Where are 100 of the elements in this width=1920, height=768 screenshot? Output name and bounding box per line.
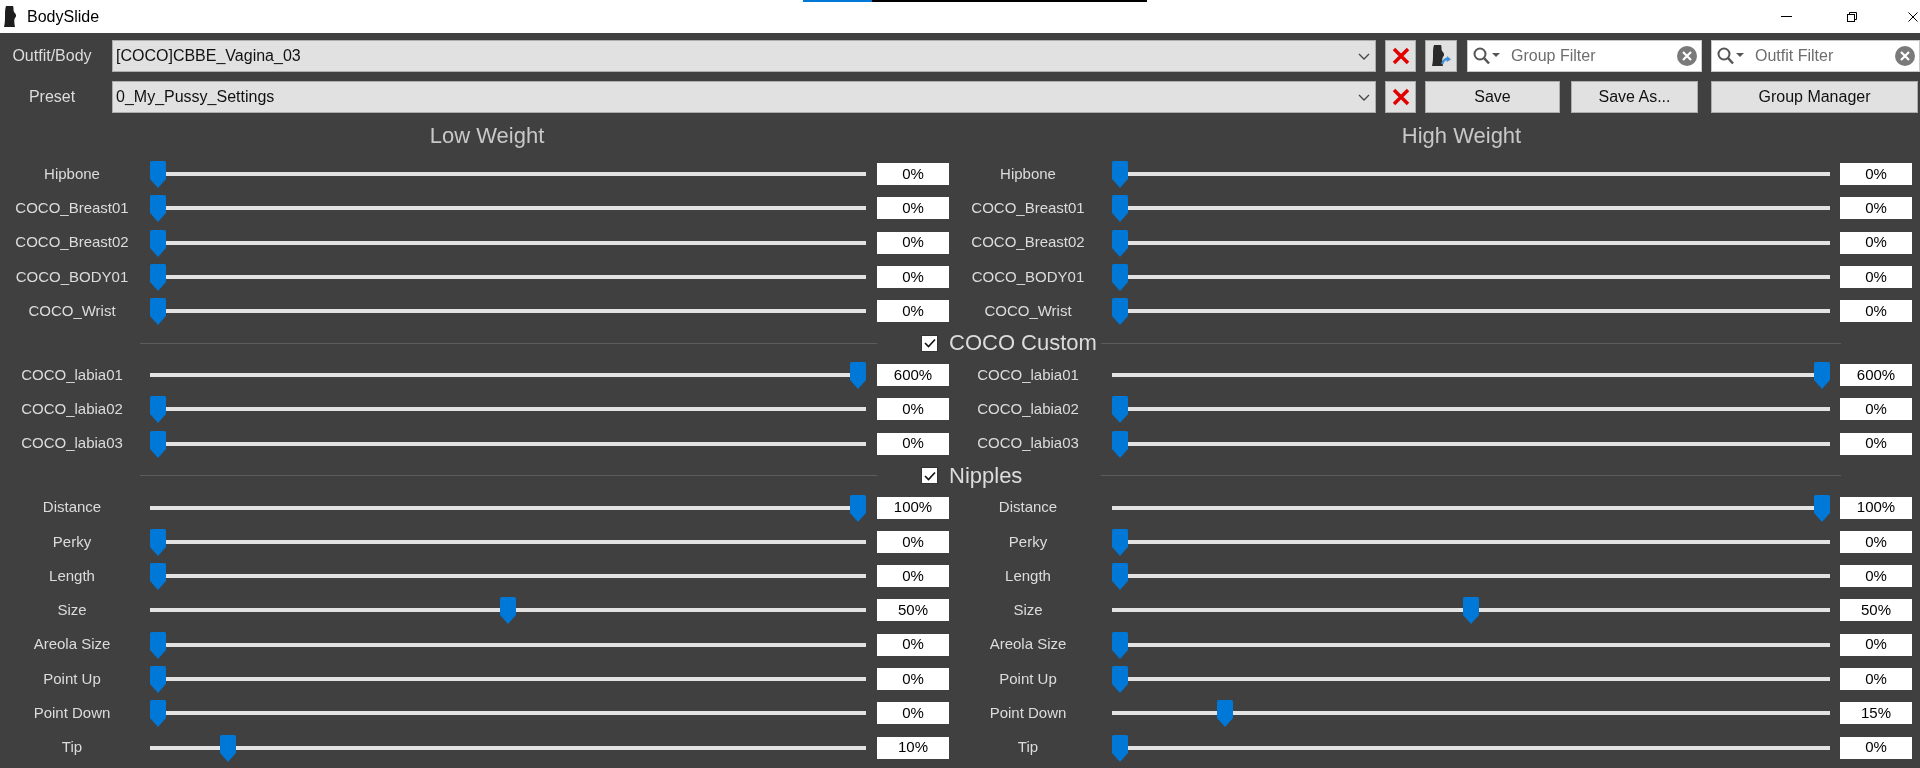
slider-track[interactable] bbox=[150, 527, 866, 556]
value-field[interactable]: 0% bbox=[877, 300, 949, 323]
value-field[interactable]: 0% bbox=[877, 702, 949, 725]
slider-track[interactable] bbox=[1112, 562, 1830, 591]
slider-track[interactable] bbox=[150, 228, 866, 257]
slider-thumb[interactable] bbox=[150, 298, 166, 326]
group-manager-button[interactable]: Group Manager bbox=[1711, 81, 1918, 113]
value-field[interactable]: 0% bbox=[1840, 398, 1912, 421]
slider-thumb[interactable] bbox=[1112, 264, 1128, 292]
value-field[interactable]: 50% bbox=[877, 599, 949, 622]
slider-thumb[interactable] bbox=[850, 362, 866, 390]
slider-thumb[interactable] bbox=[500, 597, 516, 625]
slider-thumb[interactable] bbox=[1112, 396, 1128, 424]
slider-track[interactable] bbox=[1112, 361, 1830, 390]
slider-track[interactable] bbox=[150, 733, 866, 762]
save-as-button[interactable]: Save As... bbox=[1571, 81, 1698, 113]
value-field[interactable]: 100% bbox=[877, 496, 949, 519]
value-field[interactable]: 0% bbox=[877, 231, 949, 254]
slider-thumb[interactable] bbox=[150, 161, 166, 189]
slider-thumb[interactable] bbox=[1112, 195, 1128, 223]
slider-thumb[interactable] bbox=[1112, 229, 1128, 257]
slider-track[interactable] bbox=[150, 562, 866, 591]
slider-thumb[interactable] bbox=[150, 528, 166, 556]
section-checkbox[interactable] bbox=[921, 467, 938, 485]
slider-track[interactable] bbox=[1112, 630, 1830, 659]
slider-thumb[interactable] bbox=[150, 430, 166, 458]
slider-thumb[interactable] bbox=[1814, 494, 1830, 522]
slider-track[interactable] bbox=[1112, 733, 1830, 762]
slider-track[interactable] bbox=[150, 361, 866, 390]
slider-track[interactable] bbox=[1112, 297, 1830, 326]
section-checkbox[interactable] bbox=[921, 334, 938, 352]
value-field[interactable]: 0% bbox=[1840, 633, 1912, 656]
outfit-filter-field[interactable]: Outfit Filter bbox=[1711, 40, 1920, 72]
value-field[interactable]: 0% bbox=[1840, 432, 1912, 455]
slider-thumb[interactable] bbox=[1112, 734, 1128, 762]
value-field[interactable]: 0% bbox=[1840, 231, 1912, 254]
slider-track[interactable] bbox=[150, 630, 866, 659]
slider-track[interactable] bbox=[1112, 699, 1830, 728]
slider-track[interactable] bbox=[150, 493, 866, 522]
slider-track[interactable] bbox=[1112, 395, 1830, 424]
value-field[interactable]: 15% bbox=[1840, 702, 1912, 725]
value-field[interactable]: 0% bbox=[877, 432, 949, 455]
slider-track[interactable] bbox=[150, 263, 866, 292]
slider-track[interactable] bbox=[1112, 228, 1830, 257]
slider-track[interactable] bbox=[1112, 596, 1830, 625]
search-icon[interactable] bbox=[1717, 47, 1745, 65]
value-field[interactable]: 0% bbox=[877, 565, 949, 588]
slider-thumb[interactable] bbox=[850, 494, 866, 522]
value-field[interactable]: 0% bbox=[1840, 300, 1912, 323]
value-field[interactable]: 600% bbox=[1840, 364, 1912, 387]
slider-thumb[interactable] bbox=[150, 700, 166, 728]
slider-thumb[interactable] bbox=[1112, 631, 1128, 659]
value-field[interactable]: 0% bbox=[877, 668, 949, 690]
value-field[interactable]: 0% bbox=[877, 163, 949, 186]
slider-thumb[interactable] bbox=[150, 264, 166, 292]
value-field[interactable]: 600% bbox=[877, 364, 949, 387]
search-icon[interactable] bbox=[1473, 47, 1501, 65]
save-button[interactable]: Save bbox=[1425, 81, 1560, 113]
clear-button[interactable] bbox=[1385, 81, 1416, 113]
slider-track[interactable] bbox=[150, 395, 866, 424]
clear-button[interactable] bbox=[1385, 40, 1416, 72]
slider-thumb[interactable] bbox=[150, 666, 166, 693]
slider-track[interactable] bbox=[150, 297, 866, 326]
restore-icon[interactable] bbox=[1847, 11, 1857, 22]
slider-track[interactable] bbox=[150, 429, 866, 458]
value-field[interactable]: 0% bbox=[877, 398, 949, 421]
value-field[interactable]: 0% bbox=[877, 266, 949, 289]
slider-track[interactable] bbox=[1112, 429, 1830, 458]
clear-icon[interactable] bbox=[1677, 46, 1697, 66]
slider-thumb[interactable] bbox=[150, 631, 166, 659]
slider-thumb[interactable] bbox=[1112, 298, 1128, 326]
value-field[interactable]: 0% bbox=[1840, 668, 1912, 690]
slider-thumb[interactable] bbox=[1112, 528, 1128, 556]
value-field[interactable]: 0% bbox=[1840, 530, 1912, 553]
value-field[interactable]: 0% bbox=[1840, 565, 1912, 588]
value-field[interactable]: 10% bbox=[877, 736, 949, 759]
slider-track[interactable] bbox=[1112, 263, 1830, 292]
value-field[interactable]: 0% bbox=[1840, 197, 1912, 220]
slider-track[interactable] bbox=[150, 194, 866, 223]
slider-track[interactable] bbox=[1112, 665, 1830, 693]
slider-thumb[interactable] bbox=[1814, 362, 1830, 390]
slider-track[interactable] bbox=[1112, 493, 1830, 522]
value-field[interactable]: 50% bbox=[1840, 599, 1912, 622]
value-field[interactable]: 0% bbox=[1840, 266, 1912, 289]
slider-track[interactable] bbox=[1112, 160, 1830, 189]
slider-thumb[interactable] bbox=[220, 734, 236, 762]
slider-thumb[interactable] bbox=[1112, 563, 1128, 591]
slider-thumb[interactable] bbox=[1112, 161, 1128, 189]
slider-track[interactable] bbox=[150, 160, 866, 189]
slider-thumb[interactable] bbox=[150, 396, 166, 424]
outfit-dropdown[interactable]: [COCO]CBBE_Vagina_03 bbox=[112, 40, 1376, 72]
slider-thumb[interactable] bbox=[150, 195, 166, 223]
value-field[interactable]: 0% bbox=[877, 197, 949, 220]
value-field[interactable]: 100% bbox=[1840, 496, 1912, 519]
slider-track[interactable] bbox=[150, 596, 866, 625]
slider-track[interactable] bbox=[150, 699, 866, 728]
slider-thumb[interactable] bbox=[1463, 597, 1479, 625]
slider-track[interactable] bbox=[1112, 527, 1830, 556]
preset-dropdown[interactable]: 0_My_Pussy_Settings bbox=[112, 81, 1376, 113]
group-filter-field[interactable]: Group Filter bbox=[1467, 40, 1702, 72]
